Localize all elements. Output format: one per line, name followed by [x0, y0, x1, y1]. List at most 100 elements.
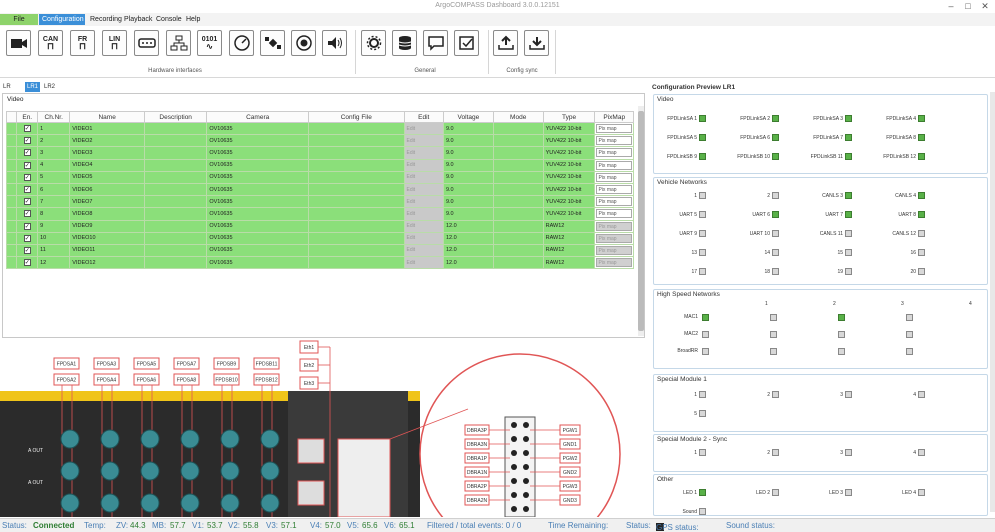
column-header[interactable] [5, 111, 18, 123]
channel-name[interactable]: VIDEO3 [69, 146, 146, 160]
edit-button[interactable]: Edit [403, 182, 444, 197]
channel-name[interactable]: VIDEO9 [69, 219, 146, 233]
config-file[interactable] [308, 134, 405, 148]
enable-checkbox-cell[interactable]: ✓ [16, 256, 39, 270]
column-header[interactable]: Type [542, 111, 596, 123]
edit-button[interactable]: Edit [403, 231, 444, 245]
mode-value[interactable] [492, 195, 544, 209]
enable-checkbox[interactable]: ✓ [23, 210, 31, 218]
row-marker[interactable] [5, 121, 18, 136]
enable-checkbox[interactable]: ✓ [23, 161, 31, 169]
channel-description[interactable] [144, 134, 208, 148]
enable-checkbox-cell[interactable]: ✓ [16, 207, 39, 221]
type-value[interactable]: RAW12 [542, 219, 596, 233]
edit-button[interactable]: Edit [403, 207, 444, 221]
database-button[interactable] [392, 30, 417, 56]
menu-playback[interactable]: Playback [121, 14, 155, 25]
comment-button[interactable] [423, 30, 448, 56]
pixmap-button[interactable]: Pix map [596, 172, 632, 182]
column-header[interactable]: Description [144, 111, 208, 123]
enable-checkbox-cell[interactable]: ✓ [16, 182, 39, 197]
row-marker[interactable] [5, 207, 18, 221]
pixmap-button[interactable]: Pix map [596, 136, 632, 146]
network-button[interactable] [166, 30, 191, 56]
row-marker[interactable] [5, 219, 18, 233]
download-config-button[interactable] [524, 30, 549, 56]
row-marker[interactable] [5, 243, 18, 258]
pixmap-cell[interactable]: Pix map [594, 219, 634, 233]
type-value[interactable]: YUV422 10-bit [542, 121, 596, 136]
pixmap-cell[interactable]: Pix map [594, 256, 634, 270]
pixmap-cell[interactable]: Pix map [594, 121, 634, 136]
channel-name[interactable]: VIDEO12 [69, 256, 146, 270]
table-row[interactable]: ✓ 4 VIDEO4 OV10635 Edit 9.0 YUV422 10-bit Pix m… [5, 158, 634, 172]
upload-config-button[interactable] [493, 30, 518, 56]
mode-value[interactable] [492, 207, 544, 221]
tab-lr2[interactable]: LR2 [42, 82, 57, 92]
channel-description[interactable] [144, 243, 208, 258]
edit-button[interactable]: Edit [403, 243, 444, 258]
column-header[interactable]: PixMap [594, 111, 634, 123]
column-header[interactable]: Ch.Nr. [37, 111, 71, 123]
enable-checkbox-cell[interactable]: ✓ [16, 231, 39, 245]
pixmap-button[interactable]: Pix map [596, 221, 632, 231]
type-value[interactable]: YUV422 10-bit [542, 195, 596, 209]
enable-checkbox-cell[interactable]: ✓ [16, 146, 39, 160]
channel-name[interactable]: VIDEO2 [69, 134, 146, 148]
table-row[interactable]: ✓ 9 VIDEO9 OV10635 Edit 12.0 RAW12 Pix map [5, 219, 634, 233]
camera-type[interactable]: OV10635 [206, 170, 310, 184]
enable-checkbox-cell[interactable]: ✓ [16, 158, 39, 172]
column-header[interactable]: Edit [403, 111, 444, 123]
sound-button[interactable] [322, 30, 347, 56]
mode-value[interactable] [492, 256, 544, 270]
channel-name[interactable]: VIDEO6 [69, 182, 146, 197]
tab-lr-all[interactable]: LR ALL [1, 82, 23, 100]
config-file[interactable] [308, 195, 405, 209]
row-marker[interactable] [5, 134, 18, 148]
type-value[interactable]: YUV422 10-bit [542, 146, 596, 160]
enable-checkbox-cell[interactable]: ✓ [16, 219, 39, 233]
camera-type[interactable]: OV10635 [206, 231, 310, 245]
pixmap-cell[interactable]: Pix map [594, 134, 634, 148]
type-value[interactable]: YUV422 10-bit [542, 134, 596, 148]
camera-type[interactable]: OV10635 [206, 207, 310, 221]
config-file[interactable] [308, 207, 405, 221]
column-header[interactable]: Camera [206, 111, 310, 123]
type-value[interactable]: YUV422 10-bit [542, 158, 596, 172]
camera-type[interactable]: OV10635 [206, 243, 310, 258]
config-file[interactable] [308, 256, 405, 270]
channel-name[interactable]: VIDEO1 [69, 121, 146, 136]
mode-value[interactable] [492, 182, 544, 197]
menu-help[interactable]: Help [183, 14, 203, 25]
pixmap-cell[interactable]: Pix map [594, 158, 634, 172]
pixmap-cell[interactable]: Pix map [594, 231, 634, 245]
table-row[interactable]: ✓ 11 VIDEO11 OV10635 Edit 12.0 RAW12 Pix map [5, 243, 634, 258]
pixmap-cell[interactable]: Pix map [594, 195, 634, 209]
table-row[interactable]: ✓ 3 VIDEO3 OV10635 Edit 9.0 YUV422 10-bit Pix m… [5, 146, 634, 160]
column-header[interactable]: En. [16, 111, 39, 123]
can-button[interactable]: CAN ⊓ [38, 30, 63, 56]
type-value[interactable]: RAW12 [542, 256, 596, 270]
table-scrollbar[interactable] [638, 106, 644, 336]
column-header[interactable]: Config File [308, 111, 405, 123]
column-header[interactable]: Name [69, 111, 146, 123]
fr-button[interactable]: FR ⊓ [70, 30, 95, 56]
mode-value[interactable] [492, 146, 544, 160]
pixmap-cell[interactable]: Pix map [594, 146, 634, 160]
pixmap-button[interactable]: Pix map [596, 209, 632, 219]
edit-button[interactable]: Edit [403, 158, 444, 172]
channel-description[interactable] [144, 182, 208, 197]
config-file[interactable] [308, 121, 405, 136]
pixmap-cell[interactable]: Pix map [594, 170, 634, 184]
channel-description[interactable] [144, 256, 208, 270]
edit-button[interactable]: Edit [403, 195, 444, 209]
menu-configuration[interactable]: Configuration [39, 14, 85, 25]
lin-button[interactable]: LIN ⊓ [102, 30, 127, 56]
config-file[interactable] [308, 146, 405, 160]
voltage-value[interactable]: 12.0 [442, 256, 494, 270]
enable-checkbox[interactable]: ✓ [23, 125, 31, 133]
maximize-icon[interactable]: □ [961, 0, 975, 12]
channel-description[interactable] [144, 207, 208, 221]
camera-type[interactable]: OV10635 [206, 182, 310, 197]
voltage-value[interactable]: 9.0 [442, 182, 494, 197]
